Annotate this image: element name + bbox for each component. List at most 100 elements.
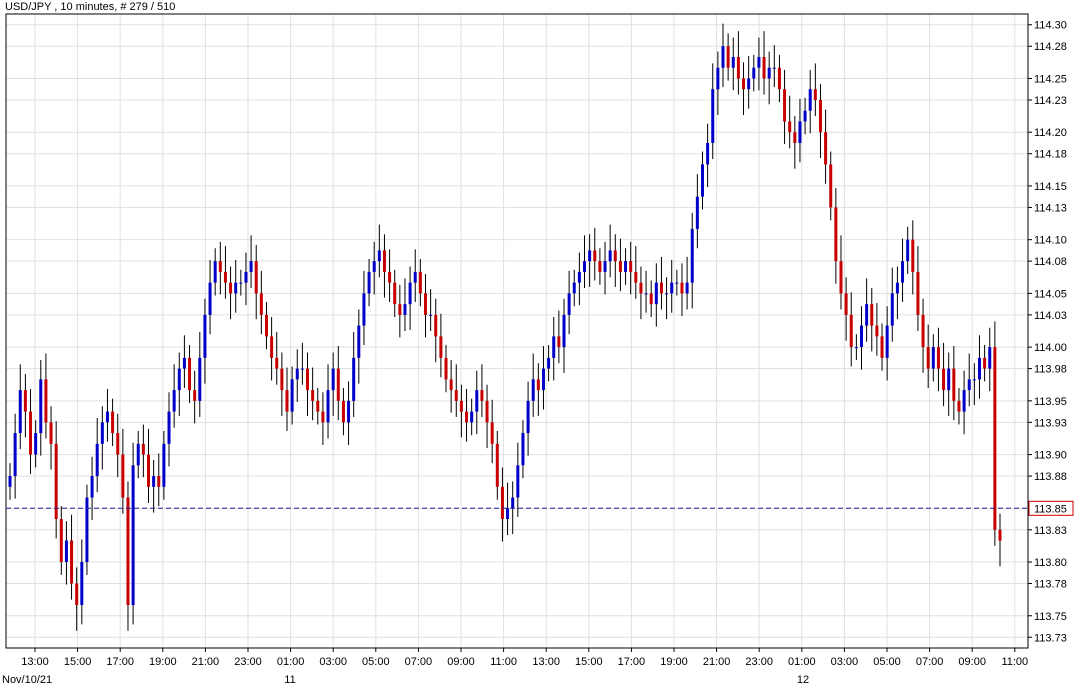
candle [670, 260, 674, 313]
candle [29, 389, 33, 474]
candle [634, 246, 638, 299]
candle-body-up [977, 357, 981, 380]
candle [911, 220, 915, 295]
candle [721, 23, 725, 88]
candle [567, 270, 571, 335]
candle-body-up [300, 368, 304, 370]
candle [126, 481, 130, 631]
candle-body-up [624, 261, 628, 272]
candle [49, 406, 53, 470]
candle [80, 539, 84, 625]
candle [111, 398, 115, 446]
candle-body-down [736, 56, 740, 79]
candle [213, 248, 217, 296]
y-tick-label: 113.95 [1034, 396, 1067, 408]
candle-body-up [711, 89, 715, 143]
x-tick-label: 03:00 [319, 656, 347, 668]
candle-body-up [675, 282, 679, 284]
candle-body-up [136, 443, 140, 466]
candle [706, 123, 710, 188]
candle [726, 33, 730, 81]
candle [901, 238, 905, 302]
x-tick-label: 21:00 [703, 656, 731, 668]
candle [536, 363, 540, 416]
x-tick-label: 09:00 [958, 656, 986, 668]
candle-body-up [413, 271, 417, 283]
candle-body-up [80, 562, 84, 606]
candle [988, 327, 992, 392]
candle-body-down [485, 400, 489, 423]
candle-body-down [557, 336, 561, 348]
candle [557, 310, 561, 364]
candle [906, 226, 910, 275]
candle-body-up [372, 261, 376, 272]
candle-body-down [280, 368, 284, 391]
candle [44, 353, 48, 439]
candlestick-series [8, 23, 1002, 631]
x-tick-label: 17:00 [618, 656, 646, 668]
candle-body-down [270, 336, 274, 358]
y-tick-label: 114.25 [1034, 73, 1067, 85]
price-chart[interactable]: 114.30 114.28 114.25 114.23 114.20 114.18 114.… [0, 0, 1074, 686]
candle-body-down [454, 390, 458, 401]
candle [367, 259, 371, 307]
x-tick-label: 07:00 [916, 656, 944, 668]
y-tick-label: 114.10 [1034, 235, 1067, 247]
candle-body-down [813, 89, 817, 100]
candle-body-down [116, 433, 120, 455]
y-tick-label: 113.93 [1034, 417, 1067, 429]
candle [654, 263, 658, 327]
grid-lines [6, 14, 1028, 648]
candle [675, 269, 679, 296]
candle-body-down [54, 443, 58, 520]
candle [783, 69, 787, 145]
candle [131, 442, 135, 625]
candle-body-down [742, 78, 746, 90]
candle-body-down [844, 293, 848, 315]
candle [223, 246, 227, 299]
candle [921, 298, 925, 373]
candle-body-up [95, 443, 99, 477]
candle-body-down [459, 400, 463, 412]
candle [465, 389, 469, 442]
candle [834, 188, 838, 284]
candle [993, 321, 997, 546]
candle [747, 55, 751, 109]
candle [618, 238, 622, 292]
candle-body-down [593, 250, 597, 262]
x-tick-label: 21:00 [192, 656, 220, 668]
candle-body-up [731, 56, 735, 68]
candle [300, 342, 304, 385]
candle-body-up [695, 196, 699, 229]
candle-body-down [777, 67, 781, 90]
candle [141, 424, 145, 478]
candle-body-up [167, 411, 171, 444]
candle [203, 298, 207, 384]
candle [736, 31, 740, 95]
candle [803, 97, 807, 135]
candle-body-down [875, 325, 879, 337]
candle [659, 256, 663, 310]
candle-body-up [798, 121, 802, 143]
candle [459, 384, 463, 438]
candle-body-down [942, 368, 946, 391]
candle [870, 288, 874, 352]
candle-body-down [146, 454, 150, 487]
x-tick-label: 19:00 [149, 656, 177, 668]
candle [208, 260, 212, 335]
candle [218, 241, 222, 295]
y-tick-label: 113.90 [1034, 450, 1067, 462]
candle-body-up [13, 433, 17, 477]
candle [413, 249, 417, 302]
candle-body-up [239, 282, 243, 284]
candle-body-down [870, 304, 874, 326]
candle-body-down [193, 390, 197, 401]
candle-body-down [916, 271, 920, 315]
candle [972, 363, 976, 406]
candle-body-down [490, 422, 494, 444]
candle-body-up [100, 422, 104, 444]
candle [439, 313, 443, 378]
candle-body-up [567, 293, 571, 315]
candle-body-down [834, 207, 838, 262]
candle [116, 413, 120, 478]
